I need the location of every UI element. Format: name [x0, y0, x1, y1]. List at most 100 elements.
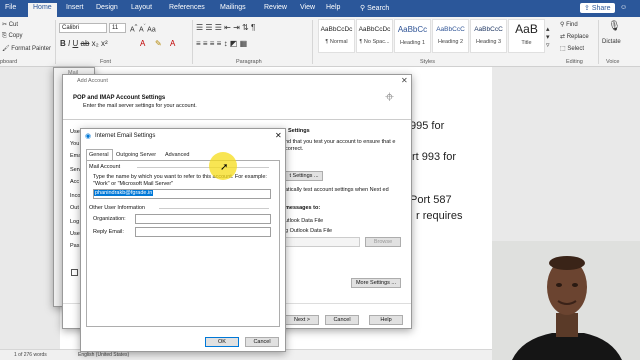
font-group-label: Font [100, 59, 112, 65]
left-label: Inco [70, 193, 81, 199]
data-file-path-input[interactable] [285, 237, 360, 247]
doc-line: Port 587 [410, 194, 452, 206]
tab-outgoing-server[interactable]: Outgoing Server [116, 152, 156, 158]
organization-input[interactable] [135, 214, 271, 224]
remember-checkbox[interactable] [71, 269, 78, 276]
style-preview: AaBbCcDc [358, 26, 391, 33]
deliver-heading: messages to: [285, 205, 321, 211]
dictate-label[interactable]: Dictate [602, 39, 621, 45]
cursor-click-icon: ⌖ [385, 89, 395, 106]
text-color-icon[interactable]: A [170, 39, 175, 48]
cancel-button[interactable]: Cancel [325, 315, 359, 325]
ies-title: Internet Email Settings [95, 133, 156, 139]
reply-email-input[interactable] [135, 227, 271, 237]
ies-cancel-button[interactable]: Cancel [245, 337, 279, 347]
cut-button[interactable]: ✂ Cut [2, 21, 18, 28]
close-icon[interactable]: ✕ [275, 131, 282, 140]
tab-review[interactable]: Review [264, 4, 287, 11]
styles-scroll-icon[interactable]: ▴ ▾ ▿ [546, 25, 550, 49]
format-painter-button[interactable]: 🖌 Format Painter [2, 45, 51, 52]
microphone-icon[interactable]: 🎙 [608, 21, 621, 32]
help-button[interactable]: Help [369, 315, 403, 325]
style-title[interactable]: AaB Title [508, 19, 545, 53]
left-label: Use [70, 231, 80, 237]
find-button[interactable]: ⚲ Find [560, 21, 578, 28]
tab-advanced[interactable]: Advanced [165, 152, 189, 158]
font-format-icons[interactable]: B I U ab x₂ x² [60, 39, 108, 48]
copy-button[interactable]: ⎘ Copy [2, 33, 22, 40]
style-no-spacing[interactable]: AaBbCcDc ¶ No Spac... [356, 19, 393, 53]
search-box[interactable]: ⚲ Search [360, 4, 389, 12]
share-button[interactable]: ⇪ Share [580, 3, 615, 13]
language-status[interactable]: English (United States) [78, 352, 129, 358]
scissors-icon: ✂ [2, 22, 9, 28]
search-label: Search [367, 5, 390, 12]
tab-file[interactable]: File [5, 4, 16, 11]
tab-panel: Mail Account Type the name by which you … [86, 160, 280, 327]
select-label: Select [567, 46, 585, 52]
tab-view[interactable]: View [300, 4, 315, 11]
grow-font-icon[interactable]: A^ Aˇ Aa [130, 24, 156, 33]
font-size-combo[interactable]: 11 [109, 23, 126, 33]
editing-group-label: Editing [566, 59, 583, 65]
tab-layout[interactable]: Layout [131, 4, 152, 11]
font-color-icon[interactable]: A [140, 39, 145, 48]
tab-mailings[interactable]: Mailings [220, 4, 246, 11]
new-data-file-option[interactable]: utlook Data File [285, 218, 323, 224]
style-heading-2[interactable]: AaBbCcC Heading 2 [432, 19, 469, 53]
word-count[interactable]: 1 of 276 words [14, 352, 47, 358]
next-button[interactable]: Next > [285, 315, 319, 325]
browse-button[interactable]: Browse [365, 237, 401, 247]
globe-icon: ◉ [85, 133, 92, 140]
style-name: Title [521, 40, 532, 46]
style-preview: AaB [515, 22, 538, 36]
replace-button[interactable]: ⇄ Replace [560, 33, 589, 40]
left-label: Out [70, 205, 79, 211]
account-name-input[interactable]: phanindrakb@fgrade.in [93, 189, 271, 199]
test-account-settings-button[interactable]: t Settings ... [285, 171, 323, 181]
paragraph-group-label: Paragraph [236, 59, 262, 65]
group-divider [312, 20, 313, 64]
style-normal[interactable]: AaBbCcDc ¶ Normal [318, 19, 355, 53]
doc-line: 995 for [410, 120, 445, 132]
auto-test-text: atically test account settings when Next… [285, 187, 389, 193]
close-icon[interactable]: ✕ [401, 76, 408, 85]
account-settings-heading: POP and IMAP Account Settings [73, 95, 166, 101]
tab-home[interactable]: Home [28, 3, 57, 17]
font-name-combo[interactable]: Calibri [59, 23, 107, 33]
cut-label: Cut [8, 22, 19, 28]
ribbon-tab-bar: File Home Insert Design Layout Reference… [0, 0, 640, 17]
more-settings-button[interactable]: More Settings ... [351, 278, 401, 288]
header-divider [63, 119, 411, 120]
existing-data-file-option[interactable]: g Outlook Data File [285, 228, 332, 234]
left-label: Pas [70, 243, 80, 249]
person-video-image [492, 241, 640, 360]
left-label: Use [70, 129, 80, 135]
style-heading-3[interactable]: AaBbCcC Heading 3 [470, 19, 507, 53]
style-name: Heading 2 [437, 39, 464, 45]
tab-references[interactable]: References [169, 4, 205, 11]
mail-account-desc: Type the name by which you want to refer… [93, 174, 267, 187]
list-icons[interactable]: ☰ ☰ ☰ ⇤ ⇥ ⇅ ¶ [196, 23, 255, 32]
webcam-video [492, 241, 640, 360]
other-info-label: Other User Information [89, 205, 145, 211]
group-divider [598, 20, 599, 64]
align-icons[interactable]: ≡ ≡ ≡ ≡ ↕ ◩ ▦ [196, 39, 247, 48]
select-button[interactable]: ⬚ Select [560, 45, 584, 52]
style-name: ¶ Normal [325, 39, 348, 45]
highlight-icon[interactable]: ✎ [155, 39, 162, 48]
style-preview: AaBbCcC [474, 26, 503, 33]
format-painter-label: Format Painter [11, 46, 51, 52]
voice-group-label: Voice [606, 59, 620, 65]
test-settings-heading: Settings [288, 128, 310, 134]
share-icon: ⇪ [584, 5, 592, 12]
tab-insert[interactable]: Insert [66, 4, 84, 11]
style-heading-1[interactable]: AaBbCc Heading 1 [394, 19, 431, 53]
tab-help[interactable]: Help [326, 4, 340, 11]
add-account-title: Add Account [77, 78, 108, 84]
tab-design[interactable]: Design [96, 4, 118, 11]
smiley-icon[interactable]: ☺ [620, 4, 627, 11]
replace-icon: ⇄ [560, 34, 567, 40]
section-divider [159, 208, 269, 209]
ok-button[interactable]: OK [205, 337, 239, 347]
